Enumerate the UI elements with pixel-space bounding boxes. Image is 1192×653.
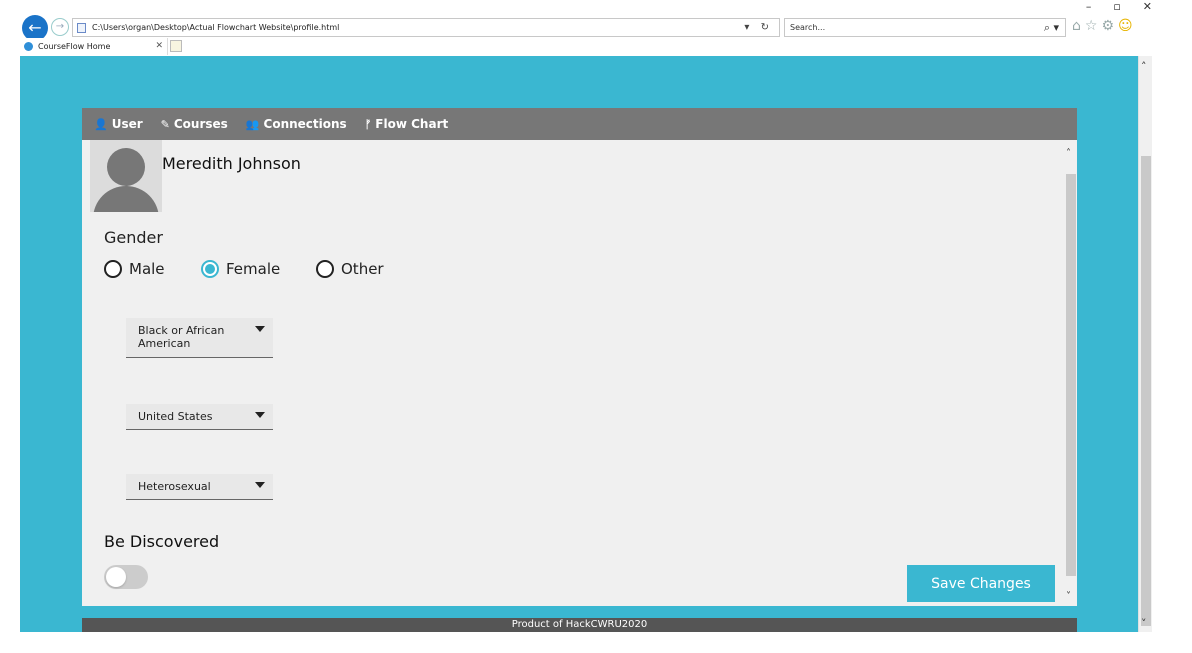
navbar: 👤 User ✎ Courses 👥 Connections ᚠ Flow Ch…: [82, 108, 1077, 140]
gender-heading: Gender: [104, 228, 163, 247]
close-window-button[interactable]: ✕: [1143, 0, 1152, 14]
pencil-icon: ✎: [160, 117, 170, 131]
smiley-icon[interactable]: ☺: [1118, 18, 1133, 34]
chevron-down-icon[interactable]: ˅: [1066, 591, 1071, 602]
gender-radio-group: Male Female Other: [104, 260, 384, 278]
avatar: [90, 140, 162, 212]
radio-male[interactable]: Male: [104, 260, 201, 278]
nav-label: User: [111, 117, 143, 131]
chevron-up-icon[interactable]: ˄: [1141, 60, 1147, 73]
ie-icon: [24, 42, 33, 51]
radio-circle[interactable]: [104, 260, 122, 278]
orientation-select[interactable]: Heterosexual: [126, 474, 273, 500]
page-viewport: 👤 User ✎ Courses 👥 Connections ᚠ Flow Ch…: [20, 56, 1138, 632]
arrow-right-icon: →: [55, 21, 65, 32]
tab-row: CourseFlow Home ✕: [0, 38, 1192, 56]
page-icon: [77, 22, 86, 33]
nav-label: Flow Chart: [375, 117, 449, 131]
tab-courseflow-home[interactable]: CourseFlow Home ✕: [20, 38, 168, 55]
radio-circle[interactable]: [201, 260, 219, 278]
nav-item-user[interactable]: 👤 User: [94, 117, 143, 131]
tab-title: CourseFlow Home: [38, 42, 111, 51]
restore-button[interactable]: ▫: [1113, 0, 1120, 14]
discover-heading: Be Discovered: [104, 532, 220, 551]
nav-label: Connections: [263, 117, 347, 131]
avatar-body: [93, 186, 159, 212]
radio-label: Other: [341, 260, 384, 278]
search-placeholder: Search...: [790, 23, 826, 32]
minimize-button[interactable]: –: [1086, 0, 1092, 14]
home-icon[interactable]: ⌂: [1072, 18, 1081, 34]
search-icon[interactable]: ⌕ ▾: [1044, 19, 1059, 36]
address-bar[interactable]: C:\Users\organ\Desktop\Actual Flowchart …: [72, 18, 780, 37]
caret-down-icon: [255, 482, 265, 488]
forward-button[interactable]: →: [51, 18, 69, 36]
page-scrollbar[interactable]: ˄ ˅: [1138, 56, 1152, 632]
search-input[interactable]: Search... ⌕ ▾: [784, 18, 1066, 37]
radio-label: Female: [226, 260, 281, 278]
radio-other[interactable]: Other: [316, 260, 384, 278]
race-select[interactable]: Black or African American: [126, 318, 273, 358]
avatar-head: [107, 148, 145, 186]
users-icon: 👥: [245, 117, 260, 131]
nav-label: Courses: [173, 117, 228, 131]
chevron-down-icon[interactable]: ˅: [1141, 617, 1147, 630]
orientation-value: Heterosexual: [138, 480, 211, 493]
refresh-icon[interactable]: ▾ ↻: [744, 19, 779, 36]
content-scrollbar[interactable]: ˄ ˅: [1065, 146, 1077, 602]
new-tab-button[interactable]: [170, 40, 182, 52]
radio-circle[interactable]: [316, 260, 334, 278]
scroll-thumb[interactable]: [1066, 174, 1076, 576]
nav-item-courses[interactable]: ✎ Courses: [161, 117, 228, 131]
caret-down-icon: [255, 326, 265, 332]
radio-female[interactable]: Female: [201, 260, 316, 278]
save-changes-button[interactable]: Save Changes: [907, 565, 1055, 602]
address-text[interactable]: C:\Users\organ\Desktop\Actual Flowchart …: [92, 19, 744, 36]
arrow-left-icon: ←: [28, 18, 42, 37]
race-value: Black or African American: [138, 324, 225, 350]
profile-name: Meredith Johnson: [162, 154, 301, 173]
browser-toolbar-icons: ⌂ ☆ ⚙ ☺: [1072, 18, 1133, 34]
user-icon: 👤: [94, 117, 108, 131]
toggle-knob: [106, 567, 126, 587]
discover-toggle[interactable]: [104, 565, 148, 589]
country-select[interactable]: United States: [126, 404, 273, 430]
address-row: ← → C:\Users\organ\Desktop\Actual Flowch…: [0, 14, 1192, 41]
profile-card: 👤 User ✎ Courses 👥 Connections ᚠ Flow Ch…: [82, 108, 1077, 606]
nav-item-connections[interactable]: 👥 Connections: [246, 117, 347, 131]
country-value: United States: [138, 410, 213, 423]
chevron-up-icon[interactable]: ˄: [1066, 148, 1071, 159]
caret-down-icon: [255, 412, 265, 418]
gear-icon[interactable]: ⚙: [1101, 18, 1114, 34]
profile-content: Meredith Johnson Gender Male Female Othe…: [82, 140, 1077, 606]
nav-item-flow-chart[interactable]: ᚠ Flow Chart: [365, 117, 449, 131]
browser-window: – ▫ ✕ ← → C:\Users\organ\Desktop\Actual …: [0, 0, 1192, 653]
footer: Product of HackCWRU2020: [82, 618, 1077, 632]
window-controls: – ▫ ✕: [1086, 0, 1152, 14]
flow-icon: ᚠ: [364, 117, 372, 131]
radio-label: Male: [129, 260, 165, 278]
tab-close-icon[interactable]: ✕: [155, 38, 163, 55]
scroll-thumb[interactable]: [1141, 156, 1151, 626]
star-icon[interactable]: ☆: [1085, 18, 1098, 34]
